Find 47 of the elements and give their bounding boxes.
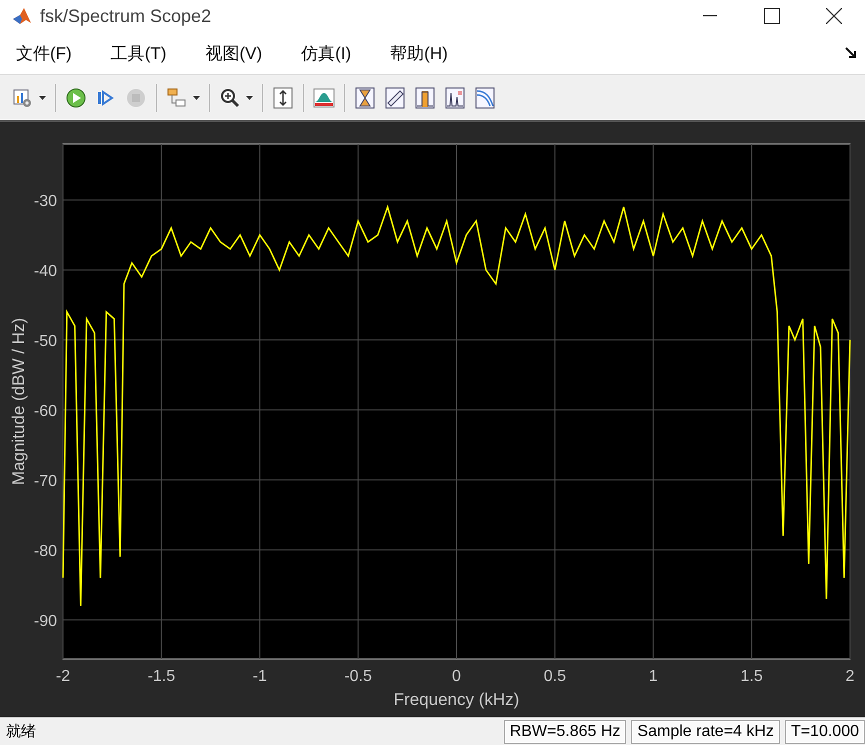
tick-label: 1.5: [740, 668, 763, 685]
status-panel: T=10.000: [784, 720, 865, 744]
x-axis-label: Frequency (kHz): [394, 690, 520, 709]
zoom-in-icon[interactable]: [219, 86, 241, 108]
tick-label: 1: [648, 668, 658, 685]
status-panel: RBW=5.865 Hz: [504, 720, 626, 744]
menu-item[interactable]: 文件(F): [16, 42, 72, 64]
peak-finder-icon[interactable]: [414, 86, 436, 108]
minimize-icon[interactable]: [703, 15, 717, 17]
ccdf-curve-icon[interactable]: [474, 86, 496, 108]
tick-label: 2: [846, 668, 854, 685]
tick-label: -30: [34, 192, 57, 210]
dock-icon[interactable]: [845, 47, 857, 59]
menu-item[interactable]: 视图(V): [205, 42, 262, 64]
chart-settings-icon[interactable]: [12, 86, 34, 108]
spectrum-style-icon[interactable]: [313, 86, 335, 108]
tick-label: -40: [34, 262, 57, 280]
y-axis-label: Magnitude (dBW / Hz): [9, 318, 28, 486]
tick-label: -1: [252, 668, 267, 685]
caret-icon[interactable]: [39, 96, 46, 100]
tick-label: -1.5: [148, 668, 176, 685]
tick-label: 0: [452, 668, 461, 685]
menu-item[interactable]: 工具(T): [110, 42, 166, 64]
menu-item[interactable]: 帮助(H): [390, 42, 448, 64]
tick-label: -60: [34, 402, 57, 420]
tick-label: -80: [34, 542, 57, 560]
menu-item[interactable]: 仿真(I): [301, 42, 352, 64]
tick-label: -90: [34, 612, 57, 630]
tick-label: 0.5: [544, 668, 566, 685]
app-logo-icon: [12, 6, 32, 26]
caret-icon[interactable]: [193, 96, 200, 100]
window-title: fsk/Spectrum Scope2: [40, 6, 212, 26]
tick-label: -50: [34, 332, 57, 350]
scale-axes-icon[interactable]: [272, 86, 294, 108]
tick-label: -0.5: [344, 668, 372, 685]
spectrum-peaks-icon[interactable]: [444, 86, 466, 108]
status-panel: Sample rate=4 kHz: [631, 720, 780, 744]
maximize-icon[interactable]: [764, 8, 780, 24]
tick-label: -2: [56, 668, 70, 685]
tick-label: -70: [34, 472, 57, 490]
hourglass-icon[interactable]: [354, 86, 376, 108]
close-icon[interactable]: [826, 8, 842, 24]
caret-icon[interactable]: [246, 96, 253, 100]
status-message: 就绪: [5, 722, 37, 741]
block-diagram-icon[interactable]: [166, 86, 188, 108]
ruler-icon[interactable]: [384, 86, 406, 108]
run-icon[interactable]: [65, 86, 87, 108]
